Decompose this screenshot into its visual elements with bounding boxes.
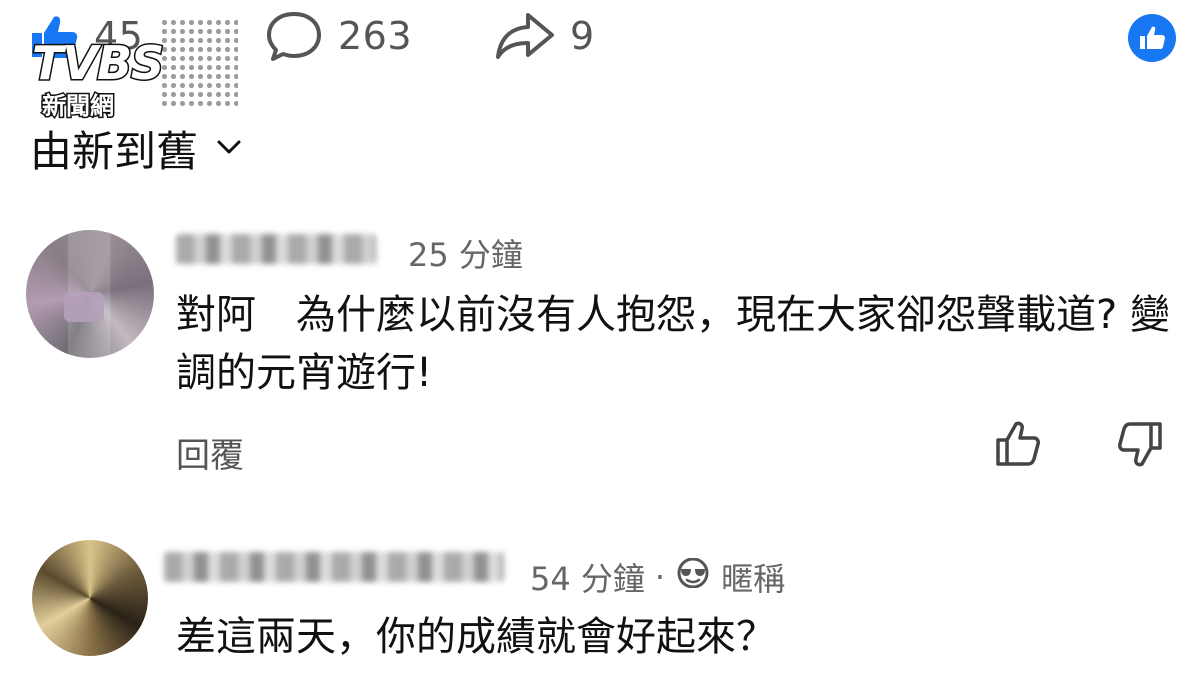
facebook-like-icon[interactable] xyxy=(1128,14,1176,62)
logo-dot-pattern xyxy=(160,18,238,108)
share-count: 9 xyxy=(570,14,595,58)
thumbs-up-outline-icon[interactable] xyxy=(994,420,1044,472)
comment-bubble-icon xyxy=(264,10,324,62)
avatar[interactable] xyxy=(32,540,148,656)
reply-button[interactable]: 回覆 xyxy=(176,428,244,477)
share-count-stat[interactable]: 9 xyxy=(494,10,595,62)
logo-sub-text: 新聞網 xyxy=(41,91,116,122)
comment-count: 263 xyxy=(338,14,413,58)
sunglasses-icon xyxy=(675,557,711,596)
tvbs-watermark-logo: TVBS 新聞網 xyxy=(28,14,238,122)
blurred-username[interactable] xyxy=(176,234,376,264)
meta-separator: · xyxy=(654,558,666,596)
comment-timestamp: 25 分鐘 xyxy=(408,236,523,274)
avatar[interactable] xyxy=(26,230,154,358)
logo-brand-text: TVBS xyxy=(30,35,165,92)
nickname-label: 暱稱 xyxy=(721,560,786,598)
comment-text: 對阿 為什麼以前沒有人抱怨，現在大家卻怨聲載道? 變調的元宵遊行! xyxy=(176,292,1170,396)
comment-text: 差這兩天，你的成績就會好起來？ xyxy=(176,614,776,660)
comment-timestamp: 54 分鐘 xyxy=(530,560,645,598)
comment-sort-dropdown[interactable]: 由新到舊 xyxy=(30,118,242,179)
blurred-username[interactable] xyxy=(164,552,504,582)
share-arrow-icon xyxy=(494,11,556,61)
thumbs-down-outline-icon[interactable] xyxy=(1114,420,1164,472)
comment-count-stat[interactable]: 263 xyxy=(264,10,412,62)
chevron-down-icon xyxy=(216,139,242,159)
sort-label: 由新到舊 xyxy=(30,127,199,176)
comment-meta: 54 分鐘 · 暱稱 xyxy=(530,554,785,600)
